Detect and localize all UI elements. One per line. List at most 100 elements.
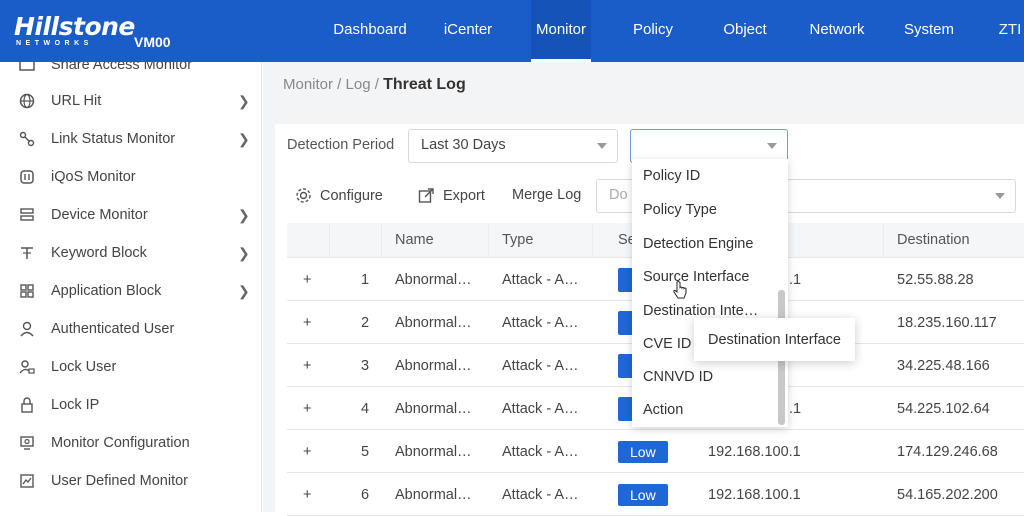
- merge-log-button[interactable]: Merge Log: [512, 187, 581, 203]
- field-select[interactable]: [630, 129, 788, 163]
- export-icon: [418, 188, 434, 203]
- row-destination: 18.235.160.117: [897, 314, 997, 331]
- sidebar-item-lock-user[interactable]: Lock User: [0, 348, 261, 386]
- lock-user-icon: [18, 358, 36, 376]
- application-icon: [18, 282, 36, 300]
- merge-log-label: Merge Log: [512, 187, 582, 203]
- nav-dashboard[interactable]: Dashboard: [322, 0, 418, 62]
- sidebar-item-lock-ip[interactable]: Lock IP: [0, 386, 261, 424]
- sidebar-item-authenticated-user[interactable]: Authenticated User: [0, 310, 261, 348]
- column-header-name[interactable]: Name: [382, 223, 489, 258]
- gear-icon: [296, 188, 311, 203]
- hillstone-logo: Hillstone: [14, 12, 135, 41]
- field-dropdown-menu: Policy ID Policy Type Detection Engine S…: [632, 159, 788, 427]
- nav-network[interactable]: Network: [800, 0, 874, 62]
- row-source: 192.168.100.1: [708, 443, 801, 460]
- user-defined-icon: [18, 472, 36, 490]
- row-index: 6: [361, 486, 370, 503]
- row-name: Abnormal…: [395, 486, 472, 503]
- row-name: Abnormal…: [395, 400, 472, 417]
- table-row[interactable]: + 6 Abnormal… Attack - A… Low 192.168.10…: [287, 473, 1024, 516]
- row-type: Attack - A…: [502, 271, 579, 288]
- sidebar-item-link-status-monitor[interactable]: Link Status Monitor ❯: [0, 120, 261, 158]
- dropdown-item-cnnvd-id[interactable]: CNNVD ID: [632, 360, 788, 394]
- dropdown-item-detection-engine[interactable]: Detection Engine: [632, 227, 788, 261]
- keyword-icon: [18, 244, 36, 262]
- sidebar-item-user-defined-monitor[interactable]: User Defined Monitor: [0, 462, 261, 500]
- export-button[interactable]: Export: [418, 187, 485, 204]
- top-navigation-bar: Hillstone NETWORKS VM00 Dashboard iCente…: [0, 0, 1024, 62]
- nav-icenter[interactable]: iCenter: [428, 0, 508, 62]
- logo-subtitle: NETWORKS: [16, 40, 93, 47]
- caret-down-icon: [767, 143, 777, 149]
- row-index: 3: [361, 357, 370, 374]
- breadcrumb: Monitor / Log / Threat Log: [283, 76, 466, 94]
- sidebar-item-label: Application Block: [51, 283, 162, 299]
- row-destination: 174.129.246.68: [897, 443, 998, 460]
- row-type: Attack - A…: [502, 443, 579, 460]
- sidebar-item-label: Authenticated User: [51, 321, 175, 337]
- breadcrumb-path[interactable]: Monitor / Log /: [283, 76, 383, 93]
- chevron-right-icon: ❯: [238, 92, 250, 109]
- row-index: 5: [361, 443, 370, 460]
- sidebar-item-monitor-configuration[interactable]: Monitor Configuration: [0, 424, 261, 462]
- sidebar-item-url-hit[interactable]: URL Hit ❯: [0, 82, 261, 120]
- caret-down-icon: [995, 193, 1005, 199]
- sidebar-item-application-block[interactable]: Application Block ❯: [0, 272, 261, 310]
- expand-plus-icon[interactable]: +: [303, 387, 311, 430]
- row-destination: 54.165.202.200: [897, 486, 998, 503]
- expand-plus-icon[interactable]: +: [303, 258, 311, 301]
- row-index: 4: [361, 400, 370, 417]
- column-header-index: [330, 223, 382, 258]
- chevron-right-icon: ❯: [238, 206, 250, 223]
- share-access-icon: [18, 62, 36, 74]
- configure-button[interactable]: Configure: [295, 187, 383, 204]
- nav-object[interactable]: Object: [708, 0, 782, 62]
- row-index: 2: [361, 314, 370, 331]
- table-row[interactable]: + 5 Abnormal… Attack - A… Low 192.168.10…: [287, 430, 1024, 473]
- sidebar-item-device-monitor[interactable]: Device Monitor ❯: [0, 196, 261, 234]
- page-title: Threat Log: [383, 76, 466, 93]
- severity-badge: Low: [618, 440, 668, 463]
- monitor-config-icon: [18, 434, 36, 452]
- iqos-icon: [18, 168, 36, 186]
- column-header-destination[interactable]: Destination: [884, 223, 1024, 258]
- row-source: .1: [789, 400, 802, 417]
- chevron-right-icon: ❯: [238, 244, 250, 261]
- link-status-icon: [18, 130, 36, 148]
- sidebar-item-iqos-monitor[interactable]: iQoS Monitor: [0, 158, 261, 196]
- nav-system[interactable]: System: [894, 0, 964, 62]
- column-header-type[interactable]: Type: [489, 223, 593, 258]
- dropdown-item-source-interface[interactable]: Source Interface: [632, 260, 788, 294]
- sidebar-item-keyword-block[interactable]: Keyword Block ❯: [0, 234, 261, 272]
- row-name: Abnormal…: [395, 443, 472, 460]
- search-placeholder: Do: [609, 187, 628, 203]
- sidebar-item-label: Share Access Monitor: [51, 62, 193, 73]
- expand-plus-icon[interactable]: +: [303, 473, 311, 516]
- row-type: Attack - A…: [502, 314, 579, 331]
- expand-plus-icon[interactable]: +: [303, 430, 311, 473]
- nav-policy[interactable]: Policy: [618, 0, 688, 62]
- row-source: 192.168.100.1: [708, 486, 801, 503]
- device-name: VM00: [134, 34, 171, 50]
- expand-plus-icon[interactable]: +: [303, 344, 311, 387]
- sidebar-item-label: Monitor Configuration: [51, 435, 190, 451]
- chevron-right-icon: ❯: [238, 282, 250, 299]
- detection-period-select[interactable]: Last 30 Days: [408, 129, 618, 163]
- export-label: Export: [443, 187, 485, 204]
- expand-plus-icon[interactable]: +: [303, 301, 311, 344]
- sidebar-item-share-access-monitor[interactable]: Share Access Monitor: [0, 62, 261, 84]
- sidebar-item-label: URL Hit: [51, 93, 102, 109]
- row-destination: 52.55.88.28: [897, 271, 974, 288]
- row-name: Abnormal…: [395, 271, 472, 288]
- dropdown-item-action[interactable]: Action: [632, 393, 788, 427]
- nav-zti[interactable]: ZTI: [990, 0, 1024, 62]
- nav-monitor[interactable]: Monitor: [531, 0, 591, 62]
- dropdown-item-policy-id[interactable]: Policy ID: [632, 159, 788, 193]
- row-source: .1: [789, 271, 802, 288]
- row-type: Attack - A…: [502, 486, 579, 503]
- sidebar-item-label: Lock User: [51, 359, 117, 375]
- row-name: Abnormal…: [395, 357, 472, 374]
- sidebar-item-label: Link Status Monitor: [51, 131, 176, 147]
- dropdown-item-policy-type[interactable]: Policy Type: [632, 193, 788, 227]
